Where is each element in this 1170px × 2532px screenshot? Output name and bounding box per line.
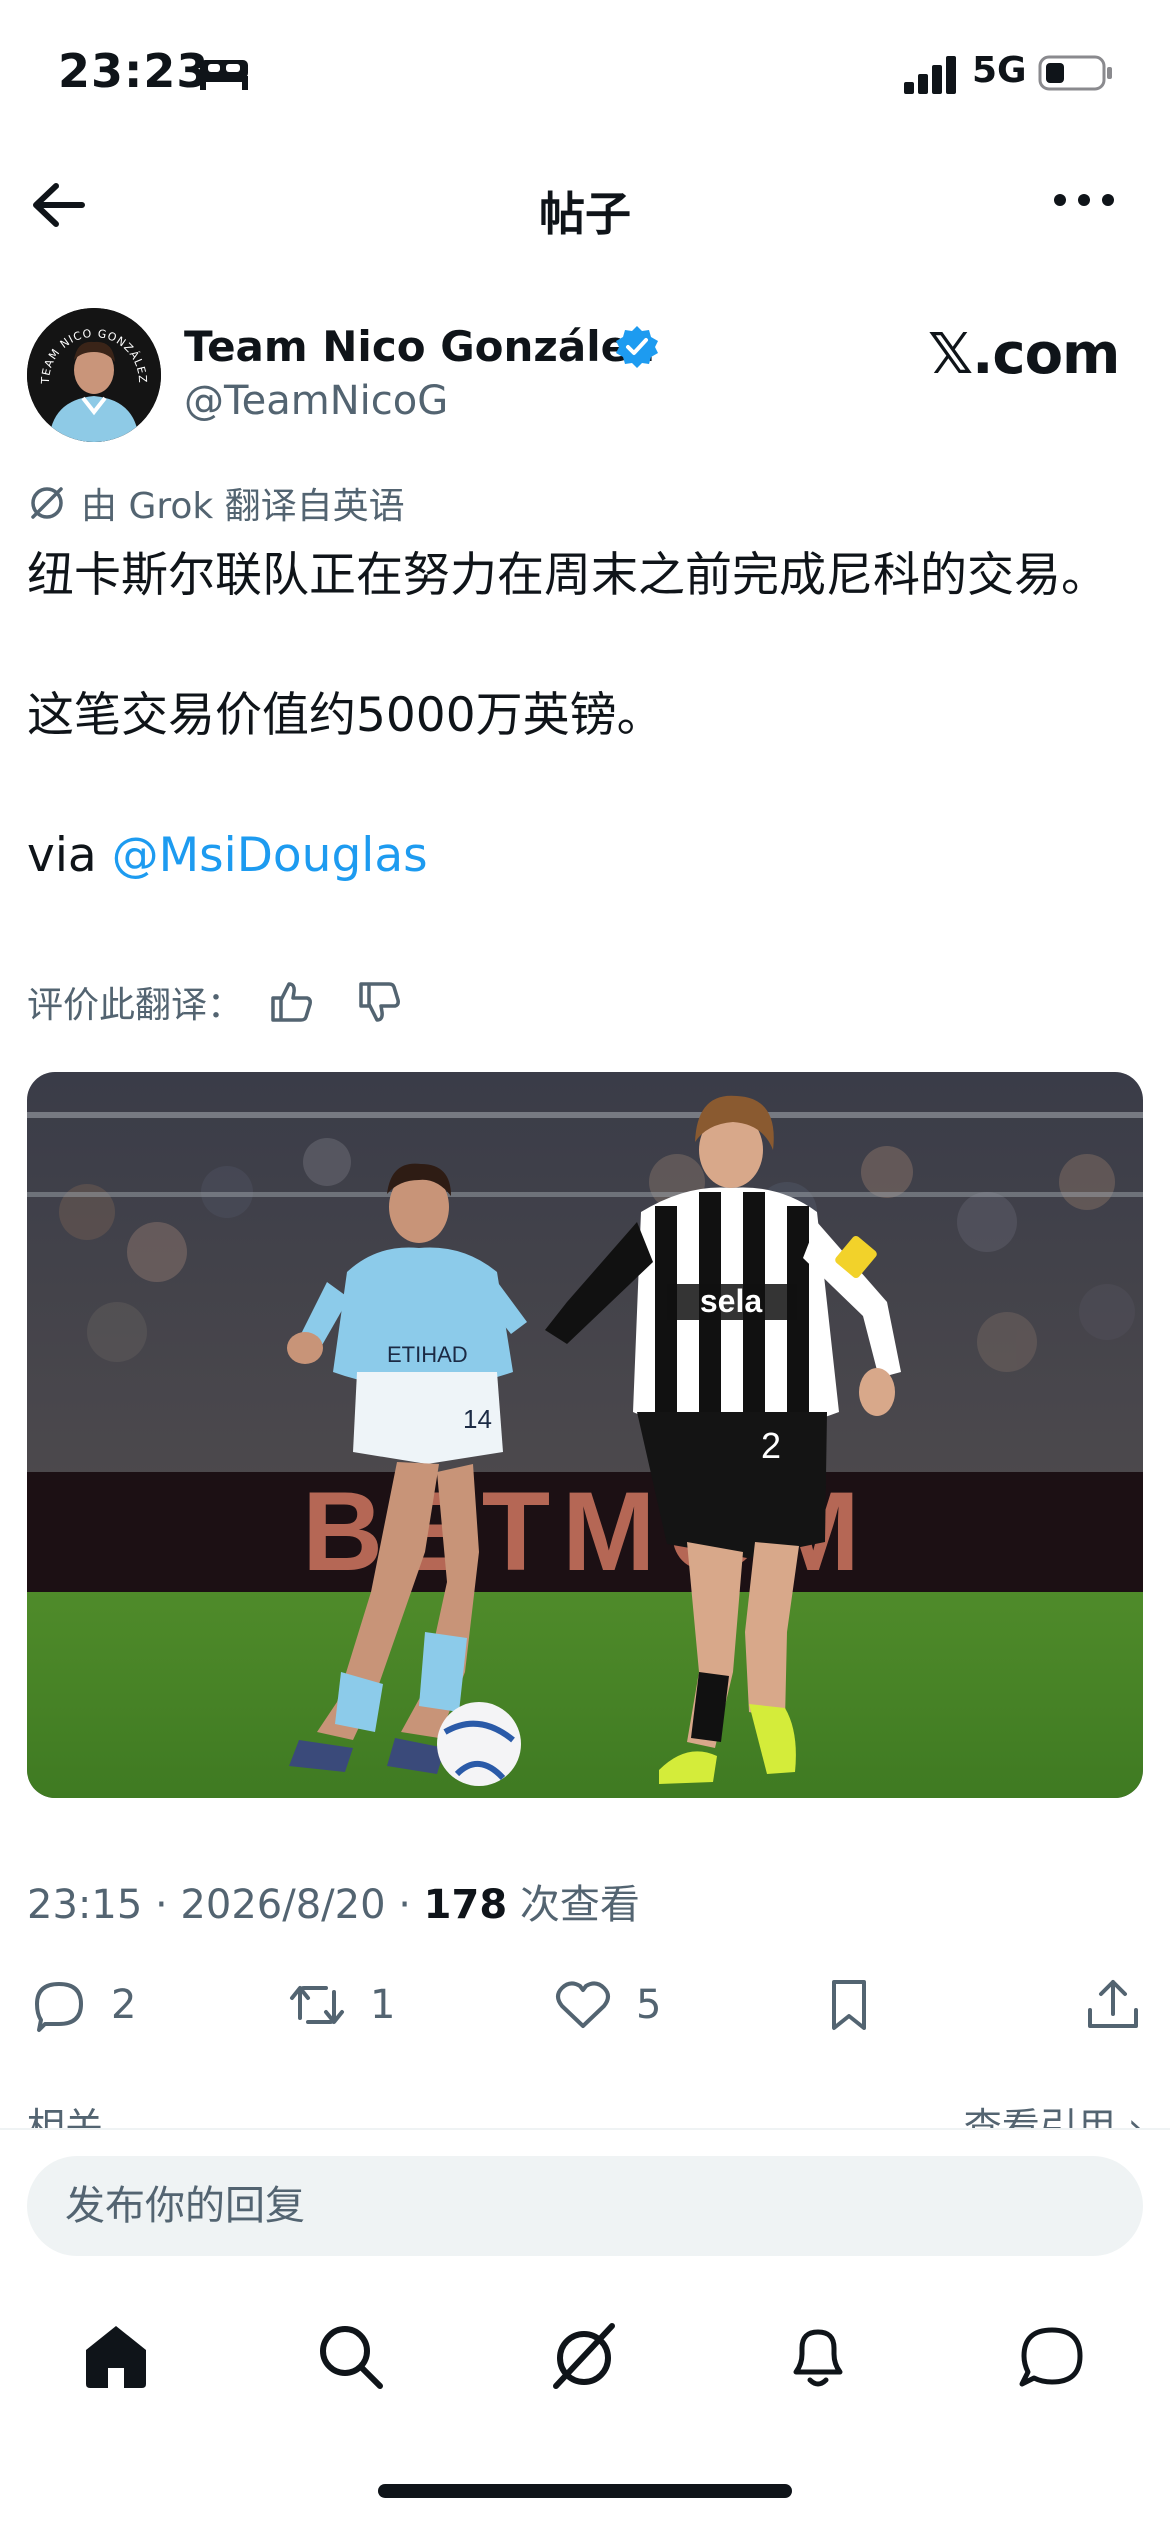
source-logo: 𝕏.com [928,322,1120,387]
messages-icon[interactable] [1014,2318,1090,2394]
via-prefix: via [27,828,112,883]
rate-label: 评价此翻译： [27,985,244,1026]
post-timestamp: 23:15 · 2026/8/20 · [27,1882,424,1928]
right-shirt-sponsor: sela [700,1283,762,1319]
repost-button[interactable]: 1 [286,1970,395,2040]
view-count: 178 [423,1882,508,1928]
post-via-line: via @MsiDouglas [27,820,1147,892]
signal-icon [904,56,956,94]
translation-label: 由 Grok 翻译自英语 [81,486,405,527]
more-icon[interactable] [1052,190,1116,210]
avatar[interactable]: TEAM NICO GONZÁLEZ [27,308,161,442]
bed-icon [200,60,248,90]
reply-input[interactable]: 发布你的回复 [27,2156,1143,2256]
post-image[interactable]: BETMGM ETIHAD 14 sela 2 [27,1072,1143,1798]
left-shirt-number: 14 [463,1404,492,1434]
reply-button[interactable]: 2 [27,1970,136,2040]
post-paragraph-1: 纽卡斯尔联队正在努力在周末之前完成尼科的交易。 [27,548,1108,603]
heart-icon [556,1981,610,2028]
bookmark-icon [832,1980,866,2030]
verified-badge-icon [616,326,658,368]
notifications-icon[interactable] [780,2318,856,2394]
grok-nav-icon[interactable] [546,2318,622,2394]
right-shirt-number: 2 [761,1425,781,1466]
post-paragraph-2: 这笔交易价值约5000万英镑。 [27,688,664,743]
post-meta: 23:15 · 2026/8/20 · 178 次查看 [27,1872,640,1930]
left-shirt-sponsor: ETIHAD [387,1342,468,1367]
top-bar: 帖子 [0,160,1170,250]
search-icon[interactable] [312,2318,388,2394]
view-label: 次查看 [507,1882,640,1928]
like-button[interactable]: 5 [552,1970,661,2040]
share-icon [1088,1980,1138,2028]
bottom-nav [0,2278,1170,2428]
bookmark-button[interactable] [818,1970,880,2040]
reply-bar: 发布你的回复 [0,2128,1170,2278]
translation-note: 由 Grok 翻译自英语 [27,478,405,528]
network-type: 5G [972,50,1027,91]
reply-count: 2 [111,1982,137,2028]
thumbs-up-icon[interactable] [267,978,315,1026]
home-icon[interactable] [78,2318,154,2394]
thumbs-down-icon[interactable] [355,978,403,1026]
battery-icon [1038,55,1112,91]
share-button[interactable] [1082,1970,1144,2040]
action-bar: 2 1 5 [0,1970,1170,2040]
status-time: 23:23 [58,44,210,98]
home-indicator [378,2484,792,2498]
like-count: 5 [636,1982,662,2028]
author-handle[interactable]: @TeamNicoG [184,378,448,424]
status-bar: 23:23 5G [0,0,1170,150]
page-title: 帖子 [539,187,631,241]
author-name[interactable]: Team Nico González [184,322,654,371]
repost-icon [290,1986,344,2024]
grok-icon [31,487,63,519]
rate-translation: 评价此翻译： [27,972,443,1032]
mention-link[interactable]: @MsiDouglas [112,828,428,883]
reply-icon [35,1982,83,2032]
repost-count: 1 [370,1982,396,2028]
post-text: 纽卡斯尔联队正在努力在周末之前完成尼科的交易。 这笔交易价值约5000万英镑。 … [27,540,1147,892]
